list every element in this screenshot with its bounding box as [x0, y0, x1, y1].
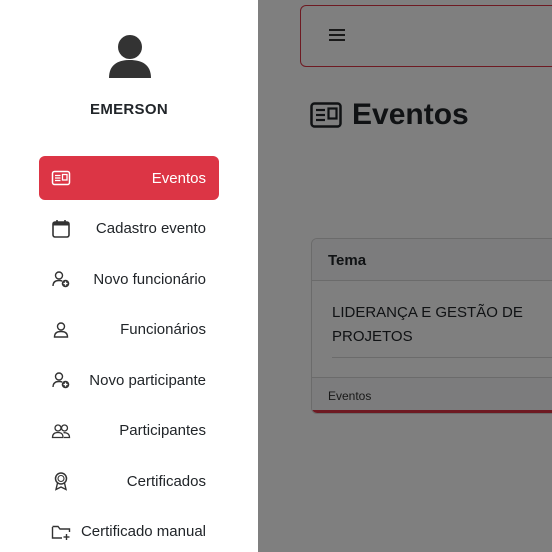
person-add-icon — [52, 372, 70, 389]
sidebar-item-participantes[interactable]: Participantes — [39, 409, 219, 453]
username: EMERSON — [90, 101, 168, 118]
sidebar-item-funcionarios[interactable]: Funcionários — [39, 308, 219, 352]
sidebar-item-label: Eventos — [151, 169, 206, 187]
folder-add-icon — [51, 525, 71, 540]
sidebar-item-certificado-manual[interactable]: Certificado manual — [39, 510, 219, 552]
sidebar-item-novo-participante[interactable]: Novo participante — [39, 358, 219, 402]
sidebar-item-label: Novo participante — [89, 371, 206, 389]
sidebar-item-certificados[interactable]: Certificados — [39, 459, 219, 503]
sidebar-item-label: Novo funcionário — [93, 270, 206, 288]
sidebar-nav: Eventos Cadastro evento Novo funcionário — [39, 156, 219, 552]
people-icon — [51, 423, 71, 438]
sidebar-item-label: Funcionários — [120, 321, 206, 338]
sidebar-item-label: Participantes — [119, 422, 206, 439]
award-icon — [54, 472, 68, 491]
sidebar-item-eventos[interactable]: Eventos — [39, 156, 219, 200]
user-avatar-icon — [109, 35, 151, 78]
sidebar-item-label: Certificados — [126, 472, 206, 490]
sidebar-item-novo-funcionario[interactable]: Novo funcionário — [39, 257, 219, 301]
person-add-icon — [52, 271, 70, 288]
person-icon — [53, 321, 69, 338]
sidebar-item-label: Certificado manual — [80, 523, 206, 540]
event-card-icon — [51, 170, 71, 186]
sidebar-item-label: Cadastro evento — [95, 220, 206, 237]
sidebar-item-cadastro-evento[interactable]: Cadastro evento — [39, 207, 219, 251]
calendar-icon — [52, 219, 70, 238]
sidebar: EMERSON Eventos Cadastro evento Novo fun… — [0, 0, 258, 552]
